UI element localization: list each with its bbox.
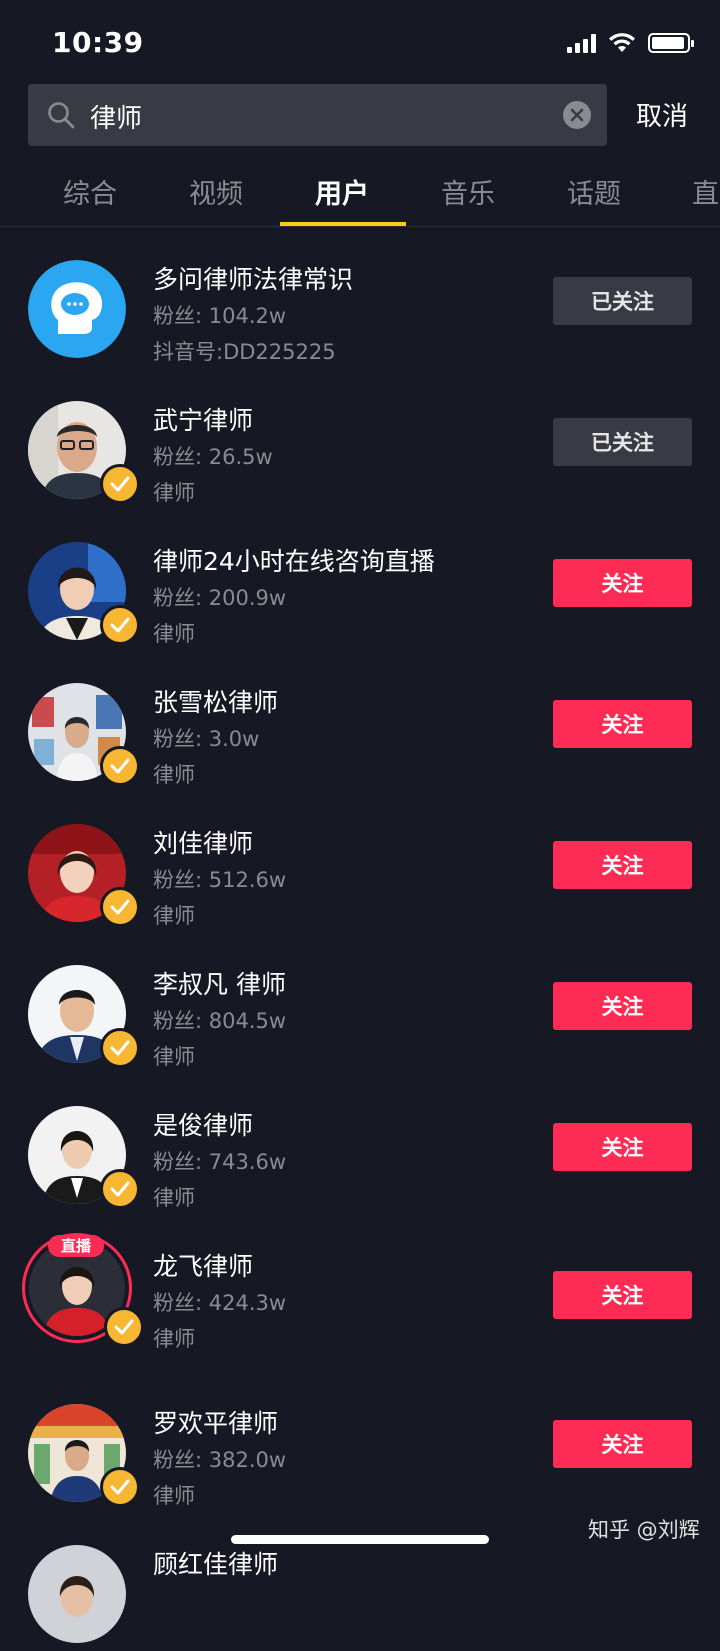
avatar[interactable] bbox=[28, 1545, 126, 1643]
user-name: 李叔凡 律师 bbox=[153, 970, 286, 999]
follow-button[interactable]: 关注 bbox=[553, 1420, 692, 1468]
follow-button[interactable]: 关注 bbox=[553, 700, 692, 748]
user-row[interactable]: 张雪松律师 粉丝: 3.0w 律师 关注 bbox=[0, 649, 720, 789]
user-row[interactable]: 李叔凡 律师 粉丝: 804.5w 律师 关注 bbox=[0, 931, 720, 1071]
home-indicator[interactable] bbox=[231, 1535, 489, 1544]
follow-button[interactable]: 关注 bbox=[553, 1123, 692, 1171]
user-title: 律师 bbox=[153, 1186, 195, 1210]
person-photo bbox=[28, 1545, 126, 1643]
live-badge: 直播 bbox=[48, 1235, 104, 1257]
follower-count: 粉丝: 3.0w bbox=[153, 727, 260, 751]
verified-badge-icon bbox=[100, 464, 140, 504]
follow-button[interactable]: 关注 bbox=[553, 841, 692, 889]
cancel-button[interactable]: 取消 bbox=[636, 96, 688, 133]
tab-live[interactable]: 直 bbox=[692, 172, 719, 211]
following-button[interactable]: 已关注 bbox=[553, 418, 692, 466]
tab-comprehensive[interactable]: 综合 bbox=[63, 172, 117, 211]
status-time: 10:39 bbox=[52, 26, 144, 59]
cellular-signal-icon bbox=[567, 33, 596, 53]
verified-badge-icon bbox=[100, 887, 140, 927]
verified-badge-icon bbox=[100, 605, 140, 645]
follower-count: 粉丝: 512.6w bbox=[153, 868, 287, 892]
user-title: 律师 bbox=[153, 1484, 195, 1508]
search-input[interactable]: 律师 bbox=[90, 98, 142, 135]
user-row[interactable]: 律师24小时在线咨询直播 粉丝: 200.9w 律师 关注 bbox=[0, 508, 720, 648]
user-title: 律师 bbox=[153, 1045, 195, 1069]
follower-count: 粉丝: 424.3w bbox=[153, 1291, 287, 1315]
verified-badge-icon bbox=[100, 1028, 140, 1068]
chat-head-logo-icon bbox=[28, 260, 126, 358]
follow-button[interactable]: 关注 bbox=[553, 1271, 692, 1319]
user-row[interactable]: 是俊律师 粉丝: 743.6w 律师 关注 bbox=[0, 1072, 720, 1212]
follower-count: 粉丝: 743.6w bbox=[153, 1150, 287, 1174]
user-name: 张雪松律师 bbox=[153, 688, 279, 717]
follower-count: 粉丝: 382.0w bbox=[153, 1448, 287, 1472]
user-row[interactable]: 武宁律师 粉丝: 26.5w 律师 已关注 bbox=[0, 367, 720, 507]
user-id: 抖音号:DD225225 bbox=[153, 340, 336, 364]
user-name: 罗欢平律师 bbox=[153, 1409, 279, 1438]
follow-button[interactable]: 关注 bbox=[553, 559, 692, 607]
user-name: 刘佳律师 bbox=[153, 829, 254, 858]
verified-badge-icon bbox=[104, 1307, 144, 1347]
close-icon bbox=[570, 108, 584, 122]
user-title: 律师 bbox=[153, 763, 195, 787]
user-row[interactable]: 罗欢平律师 粉丝: 382.0w 律师 关注 bbox=[0, 1370, 720, 1510]
user-row[interactable]: 直播 龙飞律师 粉丝: 424.3w 律师 关注 bbox=[0, 1213, 720, 1353]
follow-button[interactable]: 关注 bbox=[553, 982, 692, 1030]
follower-count: 粉丝: 200.9w bbox=[153, 586, 287, 610]
wifi-icon bbox=[609, 33, 635, 52]
result-tabs: 综合 视频 用户 音乐 话题 直 bbox=[0, 160, 720, 227]
user-row[interactable]: 刘佳律师 粉丝: 512.6w 律师 关注 bbox=[0, 790, 720, 930]
tab-users[interactable]: 用户 bbox=[315, 172, 369, 211]
follower-count: 粉丝: 26.5w bbox=[153, 445, 273, 469]
following-button[interactable]: 已关注 bbox=[553, 277, 692, 325]
search-bar[interactable]: 律师 bbox=[28, 84, 607, 146]
follower-count: 粉丝: 804.5w bbox=[153, 1009, 287, 1033]
user-name: 多问律师法律常识 bbox=[153, 265, 354, 294]
user-title: 律师 bbox=[153, 1327, 195, 1351]
user-title: 律师 bbox=[153, 622, 195, 646]
verified-badge-icon bbox=[100, 746, 140, 786]
watermark: 知乎 @刘辉 bbox=[588, 1518, 700, 1542]
status-icons bbox=[567, 32, 694, 54]
verified-badge-icon bbox=[100, 1467, 140, 1507]
user-name: 龙飞律师 bbox=[153, 1252, 254, 1281]
user-name: 顾红佳律师 bbox=[153, 1550, 279, 1579]
user-title: 律师 bbox=[153, 904, 195, 928]
avatar[interactable] bbox=[28, 260, 126, 358]
follower-count: 粉丝: 104.2w bbox=[153, 304, 287, 328]
tab-videos[interactable]: 视频 bbox=[189, 172, 243, 211]
tab-topics[interactable]: 话题 bbox=[567, 172, 621, 211]
clear-search-button[interactable] bbox=[563, 101, 591, 129]
search-icon bbox=[48, 102, 75, 129]
status-bar: 10:39 bbox=[0, 0, 720, 84]
user-name: 武宁律师 bbox=[153, 406, 254, 435]
verified-badge-icon bbox=[100, 1169, 140, 1209]
battery-icon bbox=[648, 33, 694, 53]
user-row[interactable]: 多问律师法律常识 粉丝: 104.2w 抖音号:DD225225 已关注 bbox=[0, 226, 720, 366]
tab-music[interactable]: 音乐 bbox=[441, 172, 495, 211]
user-title: 律师 bbox=[153, 481, 195, 505]
user-name: 是俊律师 bbox=[153, 1111, 254, 1140]
user-name: 律师24小时在线咨询直播 bbox=[153, 547, 435, 576]
